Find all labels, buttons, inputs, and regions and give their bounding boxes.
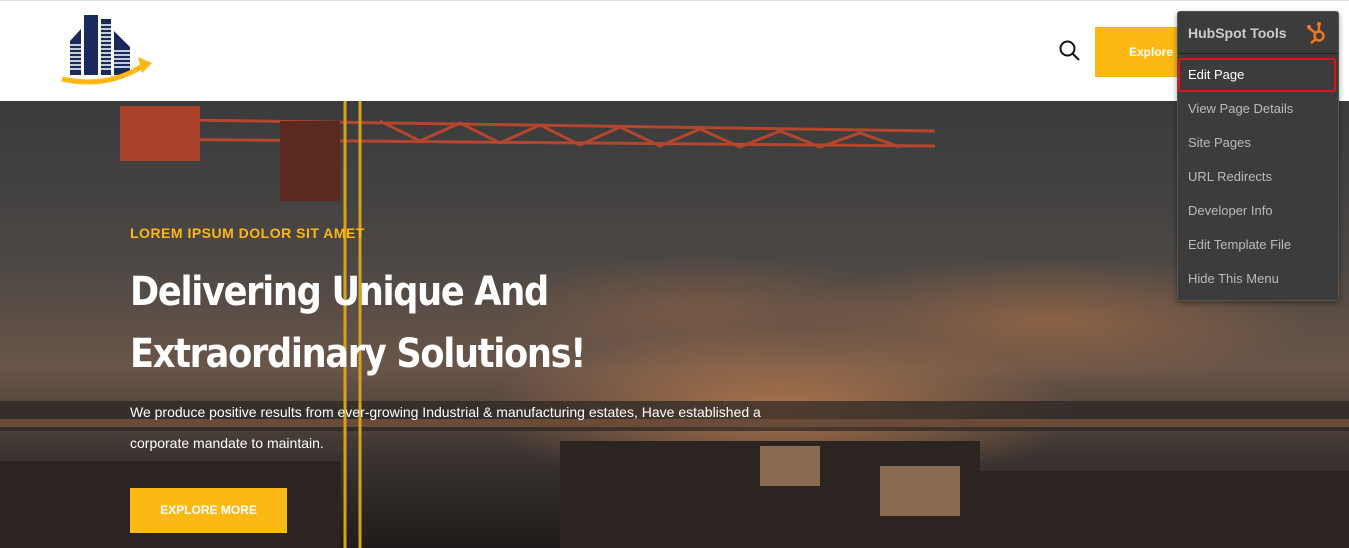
hero-title-line: Extraordinary Solutions! [130, 331, 586, 377]
menu-item-url-redirects[interactable]: URL Redirects [1178, 160, 1338, 194]
hubspot-tools-header[interactable]: HubSpot Tools [1178, 12, 1338, 54]
menu-item-site-pages[interactable]: Site Pages [1178, 126, 1338, 160]
menu-item-edit-template-file[interactable]: Edit Template File [1178, 228, 1338, 262]
hero-title-line: Delivering Unique And [130, 269, 549, 315]
search-icon[interactable] [1058, 39, 1082, 68]
hero-section: LOREM IPSUM DOLOR SIT AMET Delivering Un… [0, 101, 1349, 548]
menu-item-developer-info[interactable]: Developer Info [1178, 194, 1338, 228]
explore-more-button[interactable]: EXPLORE MORE [130, 488, 287, 533]
hero-description: We produce positive results from ever-gr… [130, 404, 761, 451]
site-header: Explore E [0, 0, 1349, 101]
menu-item-edit-page[interactable]: Edit Page [1178, 58, 1336, 92]
hubspot-sprocket-icon [1307, 21, 1325, 44]
logo[interactable] [58, 13, 154, 90]
hubspot-tools-title: HubSpot Tools [1188, 24, 1287, 41]
menu-item-hide-this-menu[interactable]: Hide This Menu [1178, 262, 1338, 296]
hero-tagline: LOREM IPSUM DOLOR SIT AMET [130, 225, 365, 241]
hero-title: Delivering Unique And Extraordinary Solu… [130, 261, 586, 385]
hubspot-tools-menu: HubSpot Tools Edit Page View Page Detail… [1177, 11, 1339, 301]
menu-item-view-page-details[interactable]: View Page Details [1178, 92, 1338, 126]
